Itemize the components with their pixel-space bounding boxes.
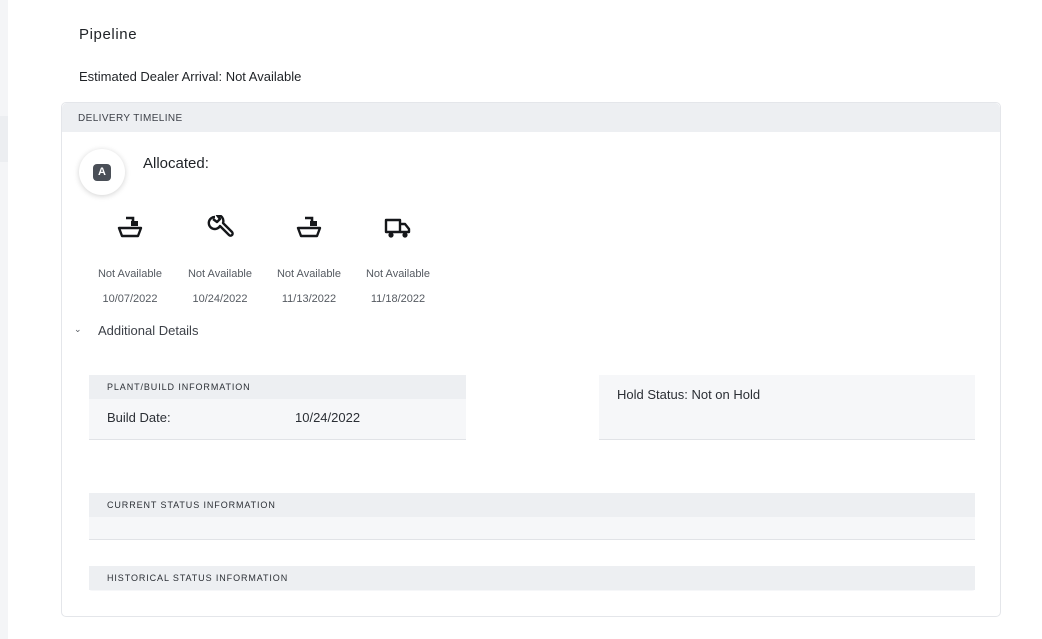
left-edge-strip bbox=[0, 252, 8, 639]
step-status: Not Available bbox=[97, 268, 162, 280]
left-edge-strip bbox=[0, 162, 8, 252]
build-date-label: Build Date: bbox=[107, 410, 171, 425]
timeline-step: Not Available 11/18/2022 bbox=[353, 214, 443, 305]
step-status: Not Available bbox=[276, 268, 341, 280]
allocated-status-label: Allocated: bbox=[143, 155, 209, 172]
step-status: Not Available bbox=[187, 268, 252, 280]
status-letter-badge: A bbox=[93, 163, 111, 181]
eta-value: Not Available bbox=[225, 69, 302, 84]
historical-status-information-header: HISTORICAL STATUS INFORMATION bbox=[89, 566, 975, 590]
additional-details-toggle[interactable]: ⌄ Additional Details bbox=[74, 323, 198, 338]
step-date: 11/13/2022 bbox=[281, 293, 337, 305]
delivery-timeline-card: DELIVERY TIMELINE A Allocated: Not Avail… bbox=[61, 102, 1001, 617]
step-date: 10/24/2022 bbox=[192, 293, 248, 305]
plant-build-information-panel: PLANT/BUILD INFORMATION Build Date: 10/2… bbox=[89, 375, 466, 440]
current-status-information-panel: CURRENT STATUS INFORMATION bbox=[89, 493, 975, 540]
timeline-step: Not Available 11/13/2022 bbox=[264, 214, 354, 305]
current-status-information-header: CURRENT STATUS INFORMATION bbox=[89, 493, 975, 517]
historical-status-information-panel: HISTORICAL STATUS INFORMATION bbox=[89, 566, 975, 591]
hold-status-value: Not on Hold bbox=[691, 387, 761, 402]
delivery-timeline-header: DELIVERY TIMELINE bbox=[62, 103, 1000, 132]
left-edge-strip bbox=[0, 116, 8, 162]
additional-details-label: Additional Details bbox=[98, 323, 199, 338]
eta-label: Estimated Dealer Arrival: bbox=[79, 69, 223, 84]
hold-status-panel: Hold Status: Not on Hold bbox=[599, 375, 975, 440]
page-title: Pipeline bbox=[79, 26, 138, 43]
timeline-step: Not Available 10/07/2022 bbox=[85, 214, 175, 305]
build-date-value: 10/24/2022 bbox=[295, 410, 361, 425]
chevron-down-icon[interactable]: ⌄ bbox=[74, 324, 98, 335]
ship-icon bbox=[85, 214, 175, 242]
step-status: Not Available bbox=[365, 268, 430, 280]
hold-status: Hold Status: Not on Hold bbox=[599, 375, 975, 402]
step-date: 10/07/2022 bbox=[102, 293, 158, 305]
step-date: 11/18/2022 bbox=[370, 293, 426, 305]
wrench-icon bbox=[175, 214, 265, 242]
status-badge: A bbox=[79, 149, 125, 195]
truck-icon bbox=[353, 214, 443, 242]
estimated-dealer-arrival: Estimated Dealer Arrival: Not Available bbox=[79, 69, 301, 84]
left-edge-strip bbox=[0, 0, 8, 116]
ship-icon bbox=[264, 214, 354, 242]
plant-build-information-header: PLANT/BUILD INFORMATION bbox=[89, 375, 466, 399]
hold-status-label: Hold Status: bbox=[617, 387, 688, 402]
timeline-step: Not Available 10/24/2022 bbox=[175, 214, 265, 305]
build-date-row: Build Date: 10/24/2022 bbox=[89, 410, 466, 425]
